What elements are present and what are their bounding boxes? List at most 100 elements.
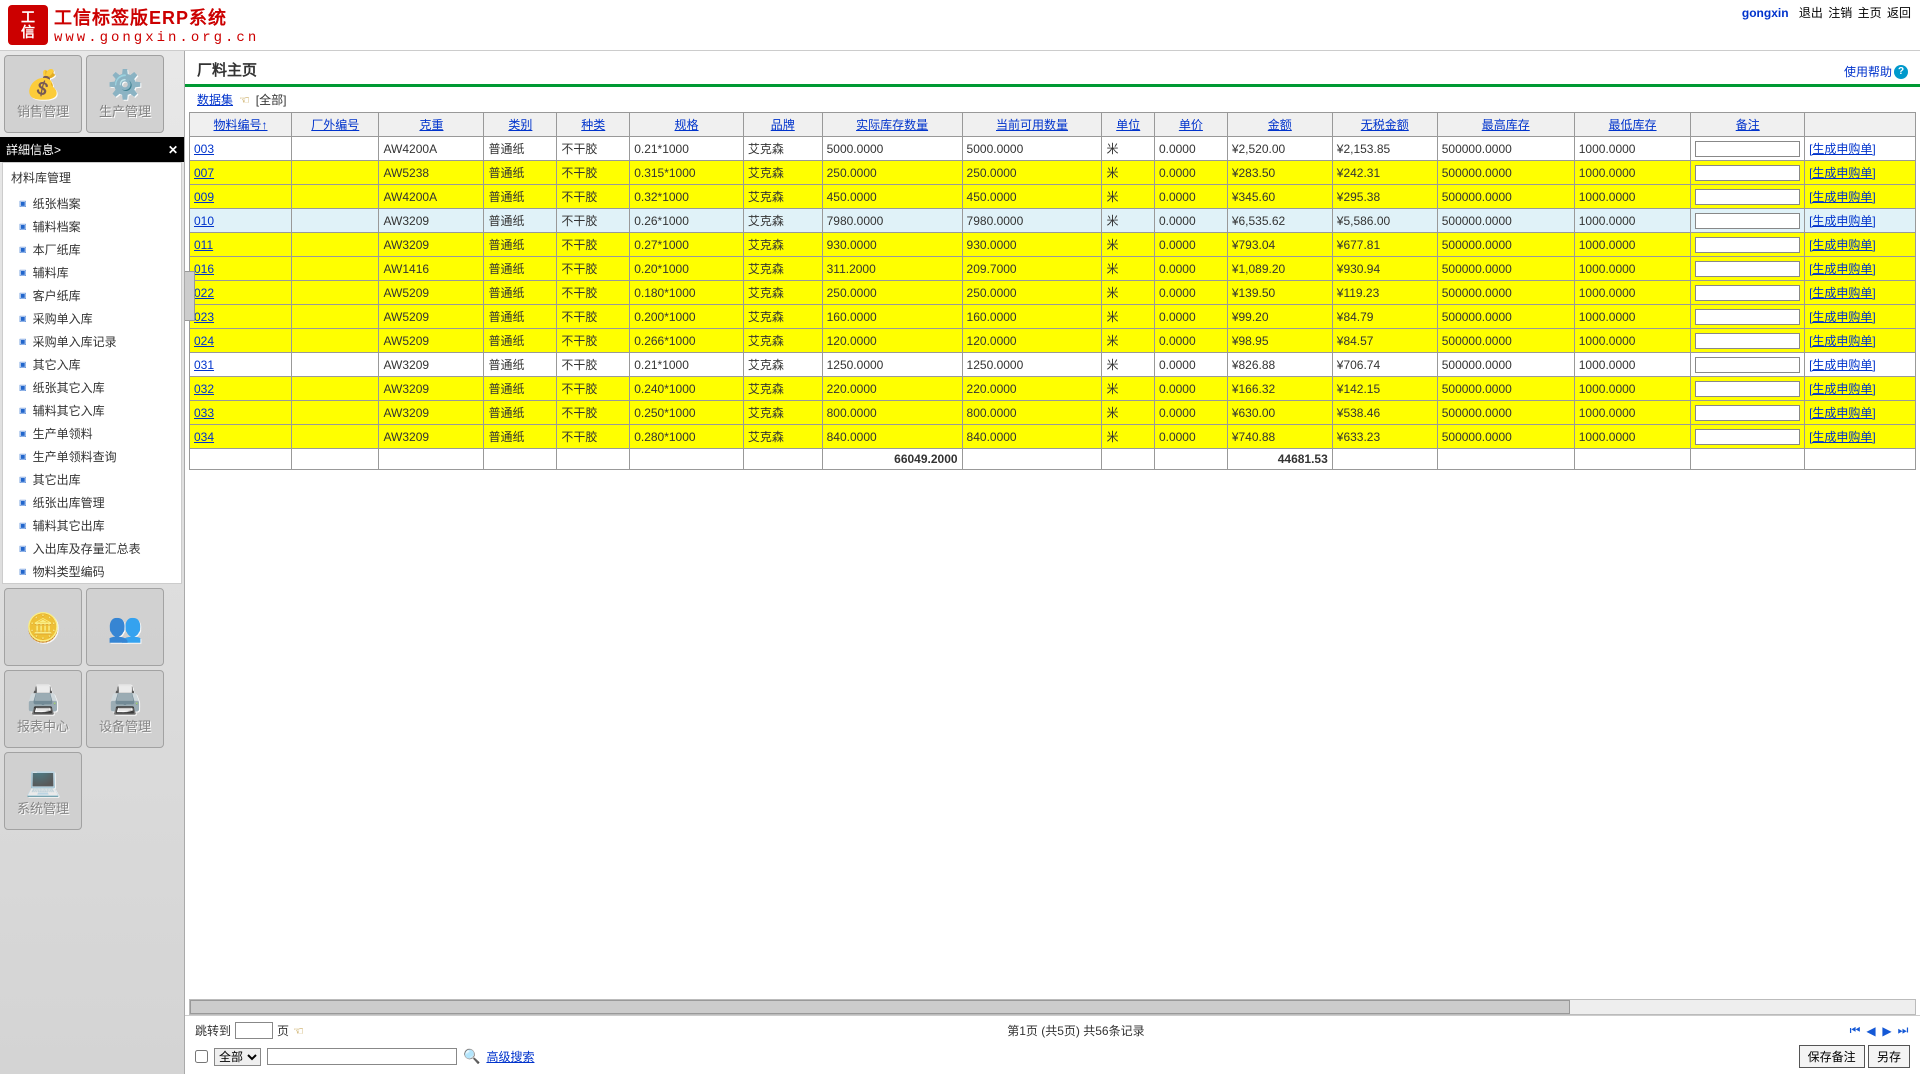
col-header[interactable]: 单位 [1102,113,1154,137]
col-header-link[interactable]: 单位 [1116,118,1140,132]
advanced-search-link[interactable]: 高级搜索 [486,1048,534,1065]
col-header[interactable]: 无税金额 [1332,113,1437,137]
submenu-item[interactable]: ▣客户纸库 [3,284,181,307]
submenu-item[interactable]: ▣辅料其它出库 [3,514,181,537]
material-code-link[interactable]: 022 [194,286,214,300]
generate-po-link[interactable]: [生成申购单] [1809,310,1876,324]
table-row[interactable]: 003AW4200A普通纸不干胶0.21*1000艾克森5000.0000500… [190,137,1916,161]
submenu-item[interactable]: ▣其它入库 [3,353,181,376]
submenu-item[interactable]: ▣辅料库 [3,261,181,284]
submenu-item[interactable]: ▣生产单领料 [3,422,181,445]
col-header[interactable]: 类别 [484,113,557,137]
goto-page-input[interactable] [235,1022,273,1039]
sidebar-tile[interactable]: 🖨️设备管理 [86,670,164,748]
search-icon[interactable]: 🔍 [463,1048,480,1065]
col-header-link[interactable]: 厂外编号 [311,118,359,132]
col-header[interactable]: 金额 [1227,113,1332,137]
col-header[interactable]: 当前可用数量 [962,113,1102,137]
remark-input[interactable] [1695,189,1800,205]
material-code-link[interactable]: 011 [194,238,213,252]
link-logout[interactable]: 退出 [1799,6,1823,20]
col-header[interactable]: 备注 [1691,113,1805,137]
material-code-link[interactable]: 023 [194,310,214,324]
table-row[interactable]: 010AW3209普通纸不干胶0.26*1000艾克森7980.00007980… [190,209,1916,233]
submenu-item[interactable]: ▣物料类型编码 [3,560,181,583]
remark-input[interactable] [1695,357,1800,373]
link-logoff[interactable]: 注销 [1828,6,1852,20]
remark-input[interactable] [1695,333,1800,349]
submenu-item[interactable]: ▣其它出库 [3,468,181,491]
col-header[interactable]: 单价 [1154,113,1227,137]
material-code-link[interactable]: 003 [194,142,214,156]
sidebar-tile[interactable]: 👥 [86,588,164,666]
col-header-link[interactable]: 单价 [1179,118,1203,132]
col-header-link[interactable]: 实际库存数量 [856,118,928,132]
col-header-link[interactable]: 最高库存 [1482,118,1530,132]
remark-input[interactable] [1695,285,1800,301]
generate-po-link[interactable]: [生成申购单] [1809,262,1876,276]
sidebar-tile[interactable]: 🖨️报表中心 [4,670,82,748]
table-row[interactable]: 023AW5209普通纸不干胶0.200*1000艾克森160.0000160.… [190,305,1916,329]
material-code-link[interactable]: 032 [194,382,214,396]
generate-po-link[interactable]: [生成申购单] [1809,406,1876,420]
col-header-link[interactable]: 备注 [1736,118,1760,132]
table-row[interactable]: 033AW3209普通纸不干胶0.250*1000艾克森800.0000800.… [190,401,1916,425]
save-remark-button[interactable]: 保存备注 [1799,1045,1865,1068]
material-code-link[interactable]: 031 [194,358,214,372]
table-row[interactable]: 016AW1416普通纸不干胶0.20*1000艾克森311.2000209.7… [190,257,1916,281]
sidebar-detail-bar[interactable]: 詳細信息> ✕ [0,137,184,162]
material-code-link[interactable]: 016 [194,262,214,276]
search-input[interactable] [267,1048,457,1065]
horizontal-scrollbar[interactable] [189,999,1916,1015]
table-row[interactable]: 009AW4200A普通纸不干胶0.32*1000艾克森450.0000450.… [190,185,1916,209]
col-header[interactable]: 最高库存 [1437,113,1574,137]
table-row[interactable]: 031AW3209普通纸不干胶0.21*1000艾克森1250.00001250… [190,353,1916,377]
col-header-link[interactable]: 当前可用数量 [996,118,1068,132]
col-header[interactable]: 克重 [379,113,484,137]
col-header-link[interactable]: 无税金额 [1361,118,1409,132]
table-row[interactable]: 034AW3209普通纸不干胶0.280*1000艾克森840.0000840.… [190,425,1916,449]
submenu-item[interactable]: ▣采购单入库记录 [3,330,181,353]
col-header[interactable]: 最低库存 [1574,113,1691,137]
remark-input[interactable] [1695,165,1800,181]
submenu-item[interactable]: ▣纸张档案 [3,192,181,215]
scrollbar-thumb[interactable] [190,1000,1570,1014]
table-row[interactable]: 022AW5209普通纸不干胶0.180*1000艾克森250.0000250.… [190,281,1916,305]
generate-po-link[interactable]: [生成申购单] [1809,358,1876,372]
generate-po-link[interactable]: [生成申购单] [1809,286,1876,300]
sidebar-tile[interactable]: ⚙️生产管理 [86,55,164,133]
generate-po-link[interactable]: [生成申购单] [1809,190,1876,204]
col-header-link[interactable]: 种类 [581,118,605,132]
generate-po-link[interactable]: [生成申购单] [1809,166,1876,180]
sidebar-tile[interactable]: 💰销售管理 [4,55,82,133]
submenu-item[interactable]: ▣纸张其它入库 [3,376,181,399]
remark-input[interactable] [1695,405,1800,421]
col-header-link[interactable]: 金额 [1268,118,1292,132]
generate-po-link[interactable]: [生成申购单] [1809,214,1876,228]
col-header-link[interactable]: 规格 [675,118,699,132]
save-as-button[interactable]: 另存 [1868,1045,1910,1068]
remark-input[interactable] [1695,141,1800,157]
submenu-item[interactable]: ▣本厂纸库 [3,238,181,261]
remark-input[interactable] [1695,309,1800,325]
filter-select[interactable]: 全部 [214,1048,261,1066]
generate-po-link[interactable]: [生成申购单] [1809,142,1876,156]
col-header[interactable]: 实际库存数量 [822,113,962,137]
next-page-icon[interactable]: ▶ [1880,1024,1894,1038]
close-icon[interactable]: ✕ [168,143,178,157]
generate-po-link[interactable]: [生成申购单] [1809,430,1876,444]
col-header[interactable]: 物料编号↑ [190,113,292,137]
generate-po-link[interactable]: [生成申购单] [1809,334,1876,348]
link-back[interactable]: 返回 [1887,6,1911,20]
material-code-link[interactable]: 033 [194,406,214,420]
col-header[interactable]: 规格 [630,113,744,137]
submenu-item[interactable]: ▣入出库及存量汇总表 [3,537,181,560]
table-row[interactable]: 011AW3209普通纸不干胶0.27*1000艾克森930.0000930.0… [190,233,1916,257]
first-page-icon[interactable]: ⏮ [1848,1024,1862,1038]
col-header-link[interactable]: 类别 [508,118,532,132]
material-code-link[interactable]: 024 [194,334,214,348]
col-header[interactable]: 品牌 [743,113,822,137]
col-header-link[interactable]: 品牌 [771,118,795,132]
material-code-link[interactable]: 034 [194,430,214,444]
generate-po-link[interactable]: [生成申购单] [1809,238,1876,252]
